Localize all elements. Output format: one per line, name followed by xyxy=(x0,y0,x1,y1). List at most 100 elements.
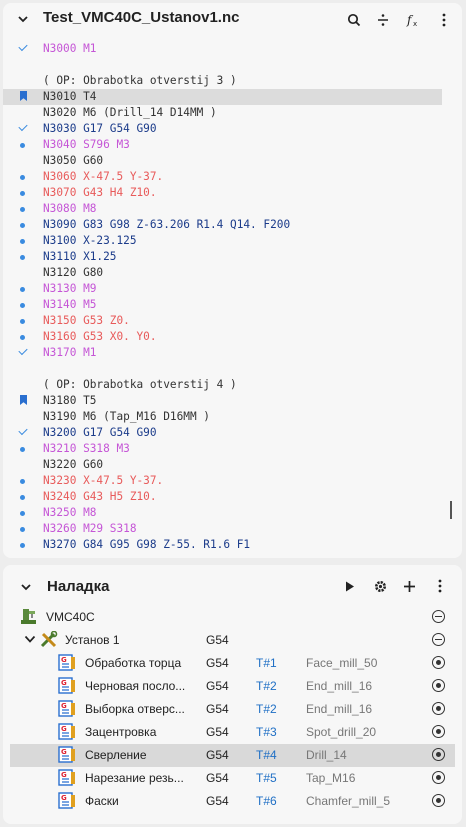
code-line[interactable]: N3170 M1 xyxy=(3,345,462,361)
breakpoint-dot-icon[interactable] xyxy=(17,313,31,329)
code-line[interactable]: N3060 X-47.5 Y-37. xyxy=(3,169,462,185)
code-line[interactable]: N3230 X-47.5 Y-37. xyxy=(3,473,462,489)
breakpoint-dot-icon[interactable] xyxy=(17,489,31,505)
bookmark-icon[interactable] xyxy=(17,89,31,105)
ustanov-chevron-icon[interactable] xyxy=(24,633,36,648)
code-line[interactable]: N3100 X-23.125 xyxy=(3,233,462,249)
operation-tool-number[interactable]: T#1 xyxy=(256,656,277,670)
code-line[interactable]: N3050 G60 xyxy=(3,153,462,169)
operation-radio-icon[interactable] xyxy=(432,679,445,692)
code-line[interactable]: N3090 G83 G98 Z-63.206 R1.4 Q14. F200 xyxy=(3,217,462,233)
breakpoint-dot-icon[interactable] xyxy=(17,297,31,313)
collapse-setup-chevron-icon[interactable] xyxy=(20,580,32,598)
code-line[interactable]: N3140 M5 xyxy=(3,297,462,313)
collapse-editor-chevron-icon[interactable] xyxy=(17,12,29,30)
code-line[interactable]: N3010 T4 xyxy=(3,89,442,105)
code-line[interactable]: N3080 M8 xyxy=(3,201,462,217)
operation-tool-number[interactable]: T#3 xyxy=(256,725,277,739)
breakpoint-dot-icon[interactable] xyxy=(17,505,31,521)
check-icon[interactable] xyxy=(17,345,31,361)
operation-row[interactable]: G Выборка отверс... G54 T#2 End_mill_16 xyxy=(10,698,455,721)
check-icon[interactable] xyxy=(17,121,31,137)
breakpoint-dot-icon[interactable] xyxy=(17,537,31,553)
breakpoint-dot-icon[interactable] xyxy=(17,249,31,265)
code-line[interactable]: N3020 M6 (Drill_14 D14MM ) xyxy=(3,105,462,121)
operation-tool-number[interactable]: T#6 xyxy=(256,794,277,808)
code-line[interactable]: N3250 M8 xyxy=(3,505,462,521)
breakpoint-dot-icon[interactable] xyxy=(17,201,31,217)
add-icon[interactable] xyxy=(398,575,420,597)
formula-icon[interactable]: fx xyxy=(403,9,425,31)
code-line-text: N3020 M6 (Drill_14 D14MM ) xyxy=(43,106,217,119)
code-line[interactable]: N3260 M29 S318 xyxy=(3,521,462,537)
breakpoint-dot-icon[interactable] xyxy=(17,169,31,185)
collapse-ustanov-icon[interactable] xyxy=(432,633,445,646)
split-icon[interactable] xyxy=(372,9,394,31)
breakpoint-dot-icon[interactable] xyxy=(17,441,31,457)
code-line[interactable]: ( OP: Obrabotka otverstij 4 ) xyxy=(3,377,462,393)
breakpoint-dot-icon[interactable] xyxy=(17,137,31,153)
code-line-text: N3030 G17 G54 G90 xyxy=(43,122,157,135)
operation-row[interactable]: G Обработка торца G54 T#1 Face_mill_50 xyxy=(10,652,455,675)
breakpoint-dot-icon[interactable] xyxy=(17,473,31,489)
operation-tool-number[interactable]: T#5 xyxy=(256,771,277,785)
code-line[interactable]: N3150 G53 Z0. xyxy=(3,313,462,329)
code-line[interactable]: N3130 M9 xyxy=(3,281,462,297)
machine-row[interactable]: VMC40C xyxy=(10,606,455,629)
code-line[interactable]: N3120 G80 xyxy=(3,265,462,281)
code-line[interactable]: N3210 S318 M3 xyxy=(3,441,462,457)
code-area[interactable]: N3000 M1 ( OP: Obrabotka otverstij 3 ) N30… xyxy=(3,41,462,553)
operation-row[interactable]: G Фаски G54 T#6 Chamfer_mill_5 xyxy=(10,790,455,813)
check-icon[interactable] xyxy=(17,425,31,441)
operation-row[interactable]: G Зацентровка G54 T#3 Spot_drill_20 xyxy=(10,721,455,744)
code-line[interactable]: N3220 G60 xyxy=(3,457,462,473)
operation-radio-icon[interactable] xyxy=(432,725,445,738)
operation-radio-icon[interactable] xyxy=(432,702,445,715)
code-line[interactable]: N3110 X1.25 xyxy=(3,249,462,265)
search-icon[interactable] xyxy=(343,9,365,31)
operation-radio-icon[interactable] xyxy=(432,656,445,669)
code-line[interactable]: N3160 G53 X0. Y0. xyxy=(3,329,462,345)
code-line[interactable]: N3190 M6 (Tap_M16 D16MM ) xyxy=(3,409,462,425)
collapse-machine-icon[interactable] xyxy=(432,610,445,623)
nc-editor-panel: Test_VMC40C_Ustanov1.nc fx N3000 M1 ( OP:… xyxy=(3,3,462,558)
operation-row[interactable]: G Нарезание резь... G54 T#5 Tap_M16 xyxy=(10,767,455,790)
check-icon[interactable] xyxy=(17,41,31,57)
ustanov-row[interactable]: Установ 1 G54 xyxy=(10,629,455,652)
breakpoint-dot-icon[interactable] xyxy=(17,329,31,345)
scrollbar-thumb[interactable] xyxy=(450,501,452,519)
operation-row[interactable]: G Черновая послo... G54 T#2 End_mill_16 xyxy=(10,675,455,698)
breakpoint-dot-icon[interactable] xyxy=(17,233,31,249)
code-line[interactable]: N3070 G43 H4 Z10. xyxy=(3,185,462,201)
more-options-icon[interactable] xyxy=(429,575,451,597)
breakpoint-dot-icon[interactable] xyxy=(17,185,31,201)
operation-row[interactable]: G Сверление G54 T#4 Drill_14 xyxy=(10,744,455,767)
code-line-text: N3250 M8 xyxy=(43,506,97,519)
code-line[interactable]: N3270 G84 G95 G98 Z-55. R1.6 F1 xyxy=(3,537,462,553)
breakpoint-dot-icon[interactable] xyxy=(17,217,31,233)
gear-icon[interactable] xyxy=(369,575,391,597)
code-line[interactable] xyxy=(3,361,462,377)
code-line[interactable]: N3040 S796 M3 xyxy=(3,137,462,153)
operation-radio-icon[interactable] xyxy=(432,771,445,784)
code-line[interactable] xyxy=(3,57,462,73)
bookmark-icon[interactable] xyxy=(17,393,31,409)
code-line-text: N3170 M1 xyxy=(43,346,97,359)
breakpoint-dot-icon[interactable] xyxy=(17,281,31,297)
operation-tool-number[interactable]: T#2 xyxy=(256,679,277,693)
code-line[interactable]: N3180 T5 xyxy=(3,393,462,409)
play-icon[interactable] xyxy=(339,575,361,597)
breakpoint-dot-icon[interactable] xyxy=(17,521,31,537)
code-line[interactable]: N3240 G43 H5 Z10. xyxy=(3,489,462,505)
operation-radio-icon[interactable] xyxy=(432,794,445,807)
code-line[interactable]: N3030 G17 G54 G90 xyxy=(3,121,462,137)
code-line[interactable]: N3200 G17 G54 G90 xyxy=(3,425,462,441)
code-line[interactable]: N3000 M1 xyxy=(3,41,462,57)
svg-text:G: G xyxy=(61,771,67,779)
code-line[interactable]: ( OP: Obrabotka otverstij 3 ) xyxy=(3,73,462,89)
operation-tool-number[interactable]: T#4 xyxy=(256,748,277,762)
more-icon[interactable] xyxy=(433,9,455,31)
operation-tool-number[interactable]: T#2 xyxy=(256,702,277,716)
operation-icon: G xyxy=(58,677,76,694)
operation-radio-icon[interactable] xyxy=(432,748,445,761)
